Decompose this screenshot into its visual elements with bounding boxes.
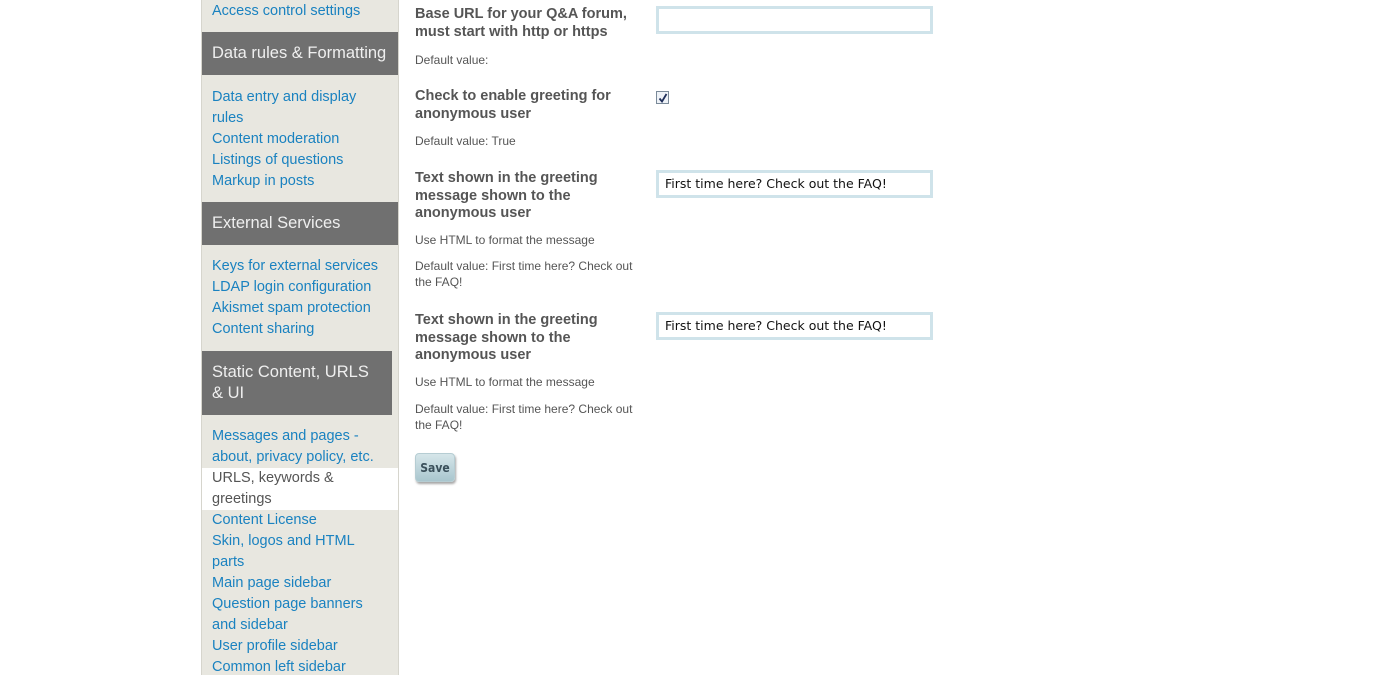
sidebar-item-content-moderation[interactable]: Content moderation	[202, 129, 398, 150]
setting-label: Text shown in the greeting message shown…	[415, 170, 598, 221]
enable-greeting-checkbox[interactable]	[656, 91, 669, 104]
setting-label: Base URL for your Q&A forum, must start …	[415, 6, 627, 40]
sidebar-item-access-control[interactable]: Access control settings	[202, 1, 398, 22]
setting-greeting-text-2: Text shown in the greeting message shown…	[415, 312, 933, 433]
sidebar-item-content-license[interactable]: Content License	[202, 510, 398, 531]
sidebar-item-content-sharing[interactable]: Content sharing	[202, 319, 398, 340]
sidebar-item-user-profile-sidebar[interactable]: User profile sidebar	[202, 636, 398, 657]
sidebar-item-question-page-banners[interactable]: Question page banners and sidebar	[202, 594, 382, 636]
setting-default-value: Default value: True	[415, 134, 516, 148]
setting-label: Text shown in the greeting message shown…	[415, 312, 598, 363]
sidebar-section-static-content: Static Content, URLS & UI	[202, 351, 392, 415]
setting-hint: Use HTML to format the message	[415, 374, 595, 389]
sidebar-item-markup-in-posts[interactable]: Markup in posts	[202, 171, 398, 192]
setting-hint: Use HTML to format the message	[415, 232, 595, 247]
admin-sidebar: Access control settings Data rules & For…	[201, 0, 399, 675]
sidebar-item-listings-of-questions[interactable]: Listings of questions	[202, 150, 398, 171]
setting-label: Check to enable greeting for anonymous u…	[415, 88, 611, 122]
setting-enable-greeting: Check to enable greeting for anonymous u…	[415, 88, 669, 149]
setting-default-value: Default value:	[415, 53, 489, 67]
setting-default-value: Default value: First time here? Check ou…	[415, 258, 633, 289]
setting-default-value: Default value: First time here? Check ou…	[415, 401, 633, 432]
sidebar-item-main-page-sidebar[interactable]: Main page sidebar	[202, 573, 398, 594]
greeting-text-input-2[interactable]	[656, 312, 933, 340]
sidebar-item-urls-keywords-greetings[interactable]: URLS, keywords & greetings	[202, 468, 398, 510]
sidebar-item-ldap[interactable]: LDAP login configuration	[202, 277, 398, 298]
checkmark-icon	[658, 93, 667, 103]
sidebar-item-akismet[interactable]: Akismet spam protection	[202, 298, 398, 319]
setting-base-url: Base URL for your Q&A forum, must start …	[415, 6, 933, 68]
sidebar-item-messages-pages[interactable]: Messages and pages - about, privacy poli…	[202, 426, 392, 468]
greeting-text-input[interactable]	[656, 170, 933, 198]
sidebar-item-data-entry[interactable]: Data entry and display rules	[202, 87, 372, 129]
base-url-input[interactable]	[656, 6, 933, 34]
sidebar-item-skin-logos[interactable]: Skin, logos and HTML parts	[202, 531, 372, 573]
sidebar-item-keys-external[interactable]: Keys for external services	[202, 256, 398, 277]
save-button[interactable]: Save	[415, 453, 455, 482]
sidebar-section-external-services: External Services	[202, 202, 398, 245]
sidebar-section-data-rules: Data rules & Formatting	[202, 32, 398, 75]
setting-greeting-text: Text shown in the greeting message shown…	[415, 170, 933, 290]
